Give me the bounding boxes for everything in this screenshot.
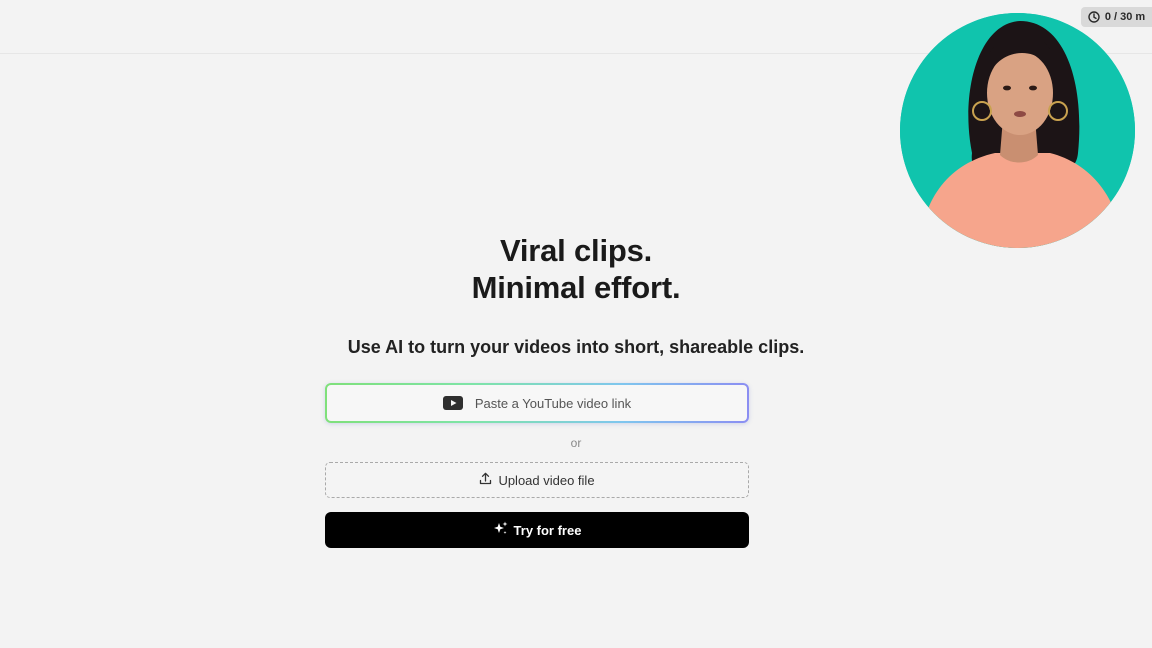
try-button-label: Try for free	[513, 522, 582, 538]
upload-button-label: Upload video file	[498, 472, 595, 488]
or-divider: or	[570, 436, 582, 450]
upload-icon	[479, 472, 492, 488]
try-for-free-button[interactable]: Try for free	[325, 512, 749, 548]
page-subtitle: Use AI to turn your videos into short, s…	[347, 337, 805, 357]
presenter-video	[900, 13, 1135, 248]
youtube-link-input[interactable]: Paste a YouTube video link	[325, 383, 749, 423]
timer-label: 0 / 30 m	[1104, 11, 1146, 23]
headline-line-2: Minimal effort.	[471, 270, 681, 305]
upload-video-button[interactable]: Upload video file	[325, 462, 749, 498]
clock-icon	[1088, 11, 1100, 23]
youtube-icon	[442, 396, 463, 410]
youtube-input-placeholder: Paste a YouTube video link	[474, 395, 632, 411]
page-title: Viral clips. Minimal effort.	[0, 232, 1152, 306]
sparkles-icon	[493, 521, 508, 539]
headline-line-1: Viral clips.	[499, 233, 653, 268]
hero-section: Viral clips. Minimal effort.	[0, 232, 1152, 306]
youtube-link-field[interactable]: Paste a YouTube video link	[327, 385, 747, 421]
timer-badge: 0 / 30 m	[1081, 7, 1152, 27]
